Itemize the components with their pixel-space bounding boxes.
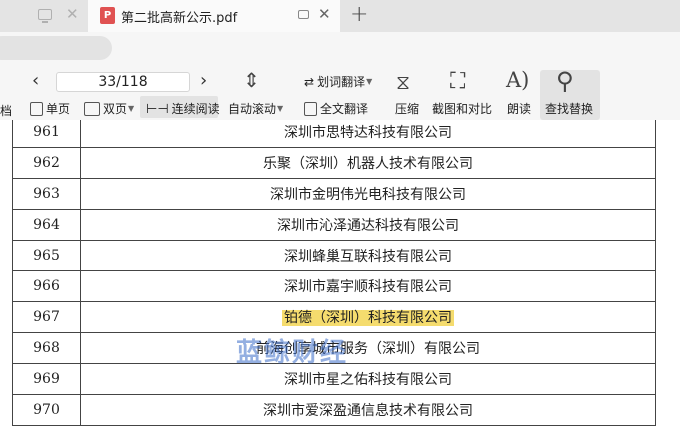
search-icon: ⚲ [556,67,574,95]
pdf-page[interactable]: 961 深圳市思特达科技有限公司 962 乐聚（深圳）机器人技术有限公司 963 深圳市金… [0,120,680,435]
tab-bar: ✕ P 第二批高新公示.pdf ✕ + [0,0,680,32]
read-aloud-icon: A) [506,68,530,92]
single-page-label: 单页 [46,102,71,116]
company-name-cell: 前海创享城市服务（深圳）有限公司 [80,332,656,365]
table-row: 967 铂德（深圳）科技有限公司 [12,301,656,334]
company-name-cell: 铂德（深圳）科技有限公司 [80,301,656,334]
address-bar [0,32,680,64]
auto-scroll-label: 自动滚动 [228,102,277,116]
company-name-cell: 深圳市思特达科技有限公司 [80,120,656,148]
close-icon[interactable]: ✕ [66,5,79,23]
company-name-cell: 深圳市沁泽通达科技有限公司 [80,208,656,241]
table-row: 964 深圳市沁泽通达科技有限公司 [12,208,656,241]
row-number: 967 [12,301,81,334]
page-number-input[interactable]: 33/118 [56,72,190,92]
double-page-label: 双页 [103,102,128,116]
company-name-cell: 深圳市爱深盈通信息技术有限公司 [80,394,656,426]
full-translate-button[interactable]: 全文翻译 [304,100,368,117]
window-icon[interactable] [298,10,309,19]
row-number: 969 [12,363,81,396]
auto-scroll-button[interactable]: 自动滚动▼ [228,100,283,117]
single-page-icon [30,102,43,116]
full-translate-label: 全文翻译 [320,102,369,116]
row-number: 961 [12,120,81,148]
row-number: 970 [12,394,81,426]
company-name-cell: 深圳蜂巢互联科技有限公司 [80,239,656,272]
screenshot-compare-button[interactable]: 截图和对比 [432,100,492,117]
table-row: 962 乐聚（深圳）机器人技术有限公司 [12,146,656,179]
row-number: 964 [12,208,81,241]
company-name-cell: 深圳市星之佑科技有限公司 [80,363,656,396]
address-input[interactable] [0,36,112,60]
word-translate-label: 划词翻译 [317,75,366,89]
double-page-button[interactable]: 双页▼ [84,100,134,117]
monitor-icon [38,9,52,23]
pdf-file-icon: P [100,7,115,24]
tab-active[interactable]: P 第二批高新公示.pdf ✕ [88,0,340,32]
tab-title: 第二批高新公示.pdf [121,11,238,26]
continuous-read-icon: ⊢⊣ [146,102,169,117]
continuous-read-button[interactable]: ⊢⊣ 连续阅读 [146,100,220,117]
row-number: 966 [12,270,81,303]
find-replace-button[interactable]: 查找替换 [545,100,593,117]
company-table: 961 深圳市思特达科技有限公司 962 乐聚（深圳）机器人技术有限公司 963 深圳市金… [12,120,656,426]
row-number: 968 [12,332,81,365]
row-number: 963 [12,177,81,210]
table-row: 966 深圳市嘉宇顺科技有限公司 [12,270,656,303]
row-number: 965 [12,239,81,272]
screenshot-icon: ⛶ [450,69,466,94]
tab-inactive[interactable]: ✕ [0,0,88,32]
dropdown-caret-icon: ▼ [277,104,284,113]
prev-page-chevron-icon[interactable]: ‹ [32,70,39,91]
double-page-icon [84,102,100,116]
auto-scroll-icon: ⇕ [243,68,260,92]
toolbar-left-fragment: 档 [0,104,13,118]
new-tab-plus-icon[interactable]: + [350,2,368,27]
table-row: 963 深圳市金明伟光电科技有限公司 [12,177,656,210]
company-name-cell: 深圳市嘉宇顺科技有限公司 [80,270,656,303]
compress-button[interactable]: 压缩 [395,100,419,117]
translate-icon: ⇄ [304,75,315,89]
next-page-chevron-icon[interactable]: › [200,70,207,91]
tab-close-icon[interactable]: ✕ [318,5,331,23]
company-name-cell: 乐聚（深圳）机器人技术有限公司 [80,146,656,179]
table-row: 965 深圳蜂巢互联科技有限公司 [12,239,656,272]
full-translate-icon [304,102,317,116]
read-aloud-button[interactable]: 朗读 [507,100,531,117]
single-page-button[interactable]: 单页 [30,100,70,117]
table-row: 970 深圳市爱深盈通信息技术有限公司 [12,394,656,426]
row-number: 962 [12,146,81,179]
dropdown-caret-icon: ▼ [366,77,373,86]
dropdown-caret-icon: ▼ [128,104,135,113]
reader-toolbar: 档 ‹ 33/118 › 单页 双页▼ ⊢⊣ 连续阅读 ⇕ 自动滚动▼ ⇄ 划词翻译… [0,64,680,120]
word-translate-button[interactable]: ⇄ 划词翻译▼ [304,73,372,90]
highlighted-company-name: 铂德（深圳）科技有限公司 [282,310,454,327]
company-name-cell: 深圳市金明伟光电科技有限公司 [80,177,656,210]
compress-icon: ⧖ [396,70,411,94]
watermark: 蓝鲸财经 [236,338,349,368]
continuous-read-label: 连续阅读 [171,102,220,116]
table-row: 961 深圳市思特达科技有限公司 [12,120,656,148]
